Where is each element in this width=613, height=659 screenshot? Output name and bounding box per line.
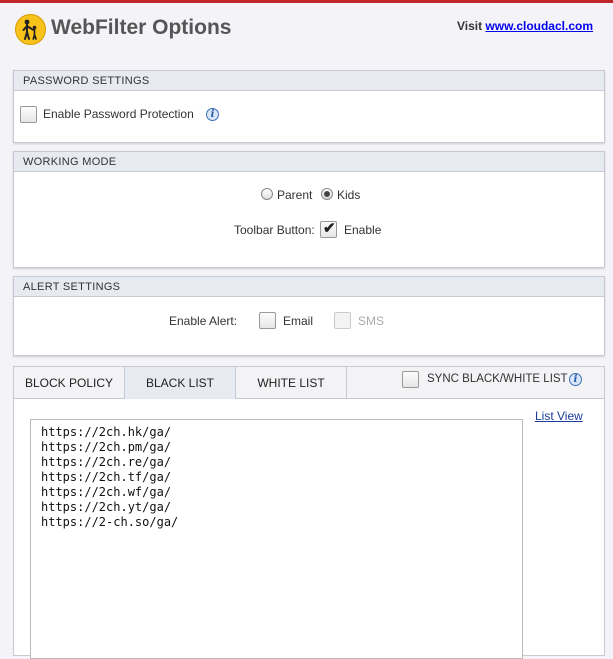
alert-settings-heading: ALERT SETTINGS [14,277,604,297]
sync-list-checkbox[interactable] [402,371,419,388]
working-mode-panel: WORKING MODE Parent Kids Toolbar Button:… [13,151,605,268]
list-item: https://2ch.hk/ga/ [41,425,172,439]
parent-radio[interactable] [261,188,273,200]
list-item: https://2ch.yt/ga/ [41,500,172,514]
page-title: WebFilter Options [51,16,232,39]
cloudacl-link[interactable]: www.cloudacl.com [485,19,593,33]
sms-alert-label: SMS [358,314,385,328]
visit-text: Visit www.cloudacl.com [457,19,593,33]
checkmark-icon: ✔ [323,220,336,237]
list-item: https://2ch.pm/ga/ [41,440,172,454]
tab-strip: BLOCK POLICY BLACK LIST WHITE LIST SYNC … [14,367,604,399]
list-item: https://2ch.tf/ga/ [41,470,172,484]
visit-label: Visit [456,19,483,33]
enable-password-label: Enable Password Protection [43,107,194,121]
enable-alert-label: Enable Alert: [169,314,238,328]
toolbar-enable-label: Enable [344,223,382,237]
sms-alert-checkbox [334,312,351,329]
list-item: https://2ch.wf/ga/ [41,485,172,499]
info-icon[interactable]: i [206,108,219,121]
tab-white-list[interactable]: WHITE LIST [236,367,347,399]
list-item: https://2-ch.so/ga/ [41,515,179,529]
password-settings-panel: PASSWORD SETTINGS Enable Password Protec… [13,70,605,143]
header: WebFilter Options Visit www.cloudacl.com [0,3,613,55]
tab-block-policy[interactable]: BLOCK POLICY [14,367,125,399]
password-settings-heading: PASSWORD SETTINGS [14,71,604,91]
kids-radio[interactable] [321,188,333,200]
policy-tabs-panel: BLOCK POLICY BLACK LIST WHITE LIST SYNC … [13,366,605,659]
kids-radio-label: Kids [337,188,361,202]
email-alert-checkbox[interactable] [259,312,276,329]
list-view-link[interactable]: List View [535,409,583,423]
enable-password-checkbox[interactable] [20,106,37,123]
black-list-textarea[interactable]: https://2ch.hk/ga/ https://2ch.pm/ga/ ht… [30,419,523,659]
tab-black-list[interactable]: BLACK LIST [125,367,236,399]
email-alert-label: Email [283,314,314,328]
family-walking-icon [15,14,46,45]
parent-radio-label: Parent [277,188,313,202]
alert-settings-panel: ALERT SETTINGS Enable Alert: Email SMS [13,276,605,356]
working-mode-heading: WORKING MODE [14,152,604,172]
toolbar-enable-checkbox[interactable]: ✔ [320,220,337,238]
toolbar-button-label: Toolbar Button: [234,223,315,237]
sync-list-label: SYNC BLACK/WHITE LIST [427,373,568,385]
list-item: https://2ch.re/ga/ [41,455,172,469]
info-icon[interactable]: i [569,373,582,386]
